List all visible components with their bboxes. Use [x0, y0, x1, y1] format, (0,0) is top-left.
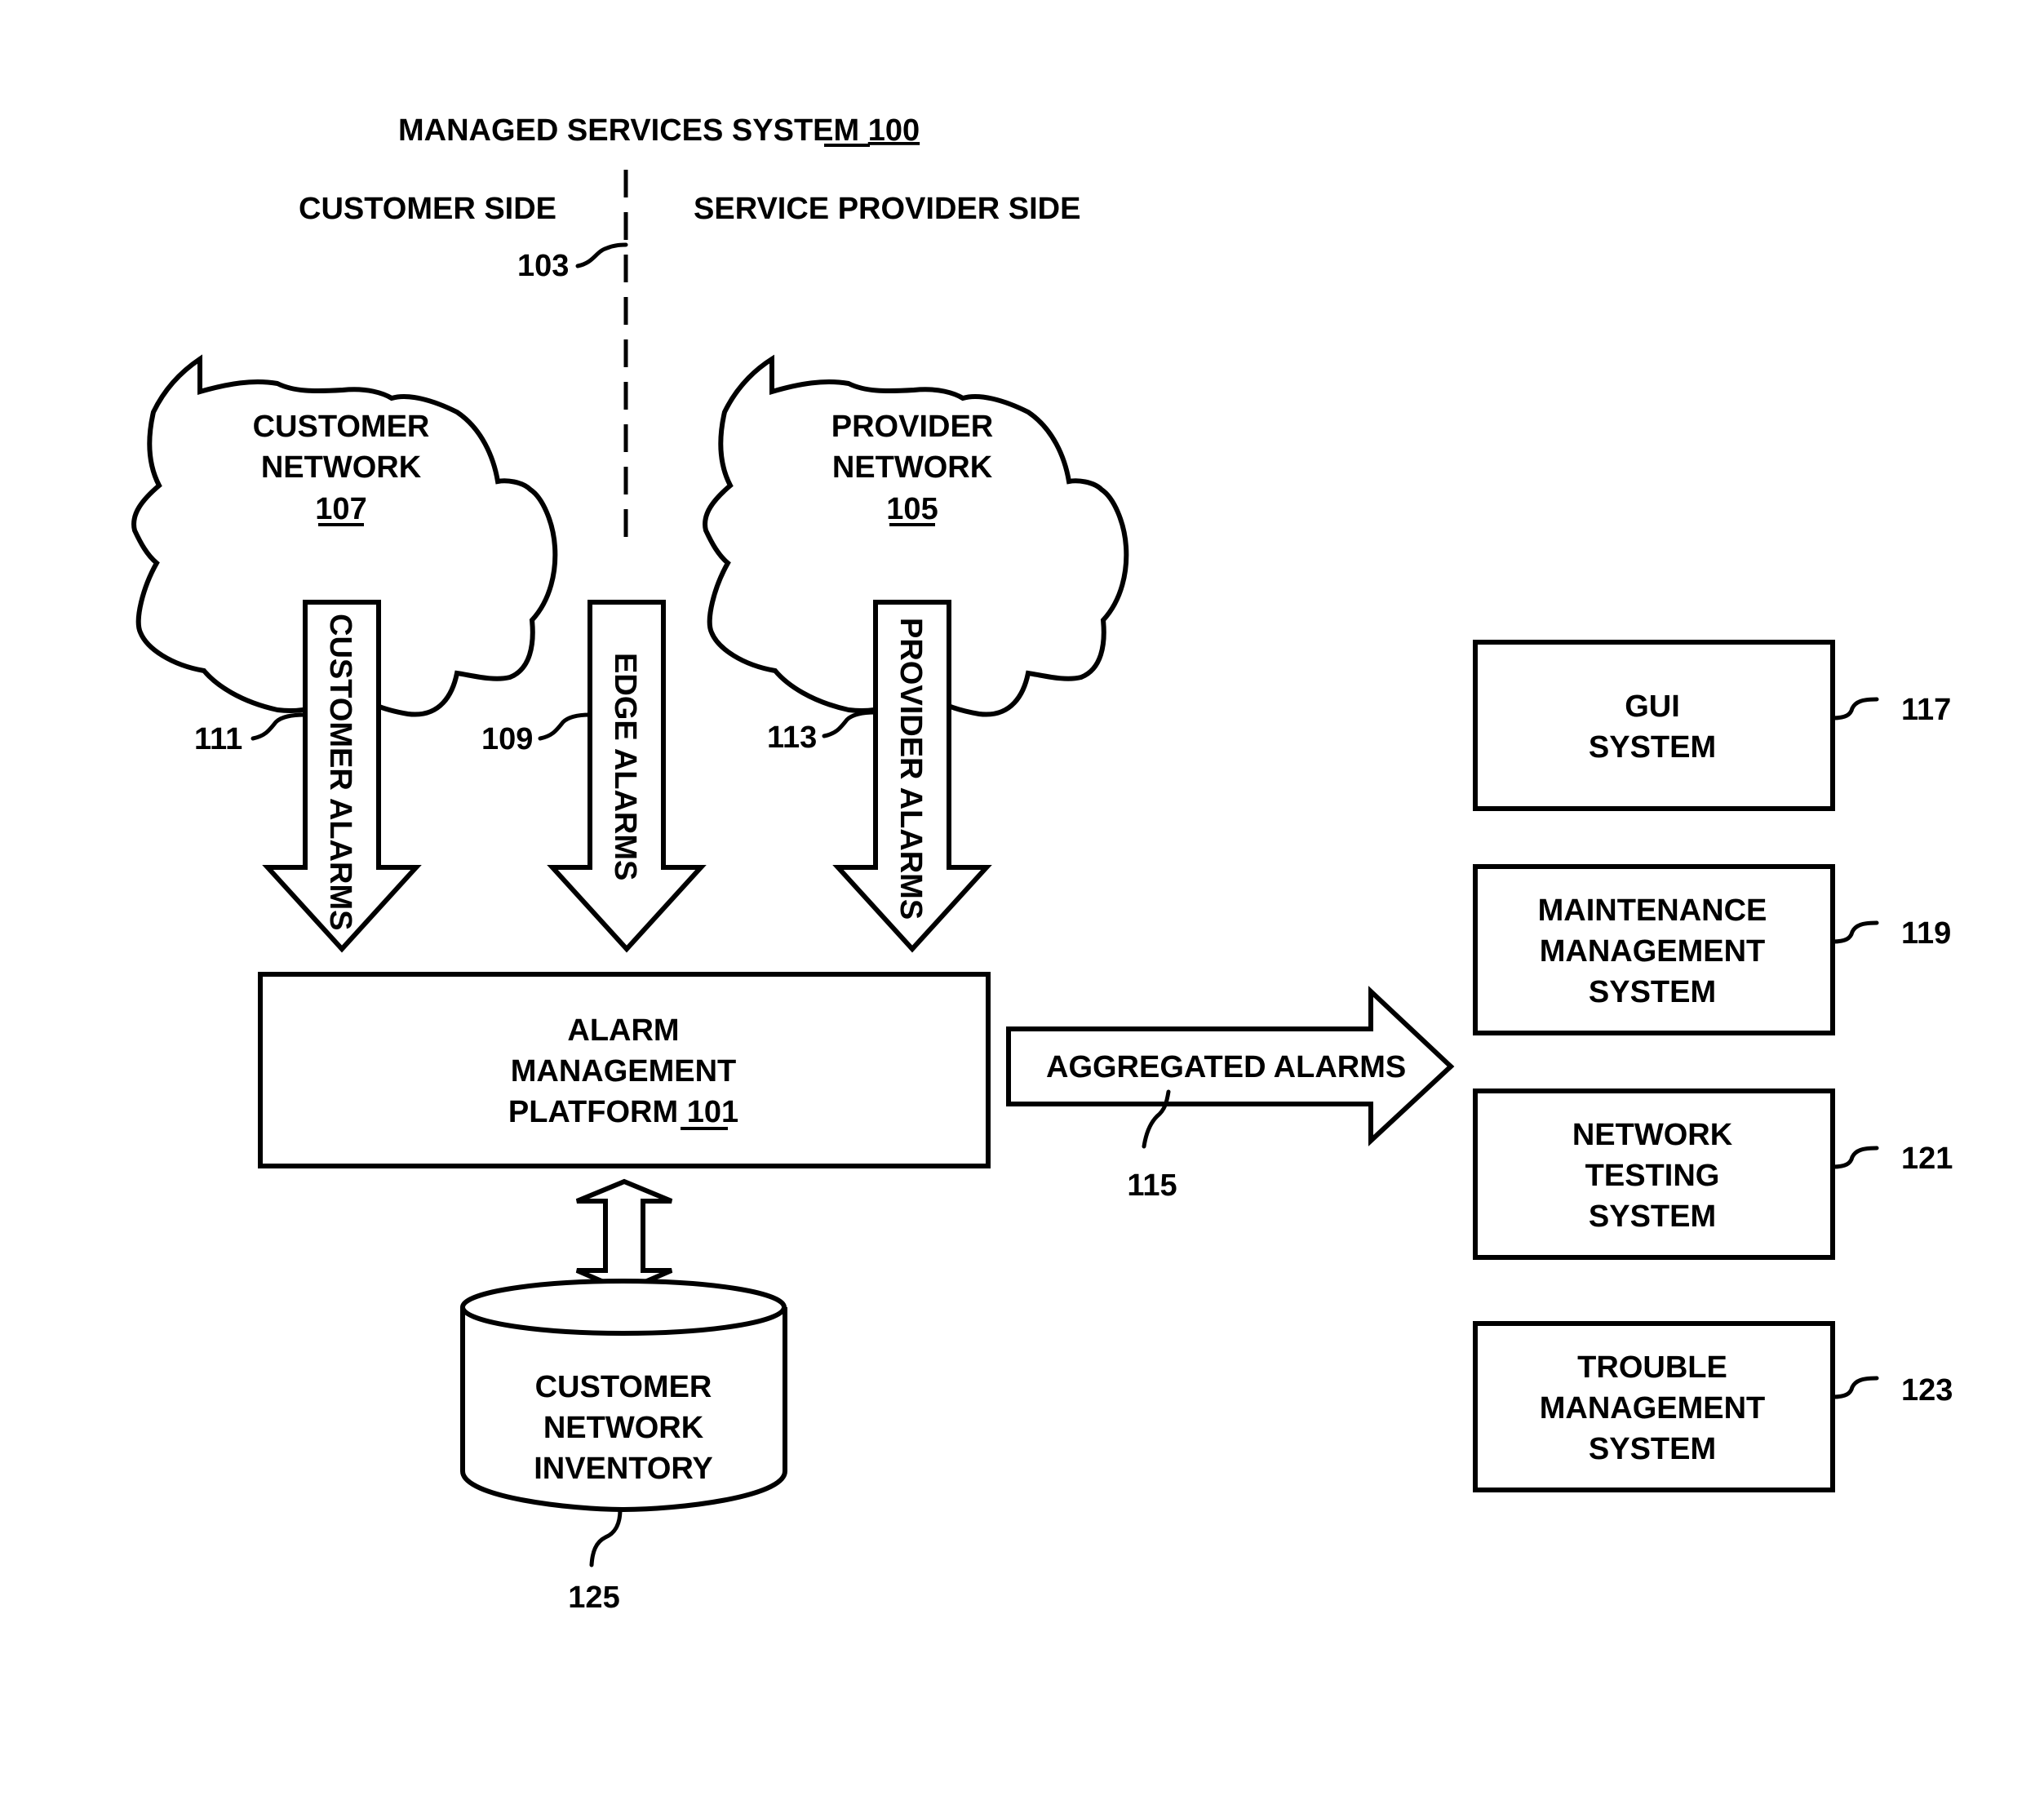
maintenance-line-2: MANAGEMENT [1540, 934, 1766, 969]
platform-ref: 101 [687, 1095, 738, 1129]
trouble-line-3: SYSTEM [1589, 1432, 1716, 1466]
maintenance-leader [1830, 920, 1879, 944]
aggregated-alarms-ref: 115 [1127, 1168, 1177, 1203]
platform-line-3: PLATFORM 101 [508, 1095, 738, 1129]
provider-alarms-leader [822, 710, 878, 738]
inventory-ref: 125 [568, 1581, 619, 1615]
gui-system-line-2: SYSTEM [1589, 730, 1716, 765]
provider-alarms-ref: 113 [767, 720, 817, 755]
alarm-management-platform-box: ALARM MANAGEMENT PLATFORM 101 [258, 972, 991, 1168]
customer-side-label: CUSTOMER SIDE [299, 192, 556, 226]
trouble-line-1: TROUBLE [1577, 1350, 1727, 1385]
customer-alarms-label: CUSTOMER ALARMS [323, 614, 357, 930]
inventory-leader [589, 1507, 623, 1567]
customer-cloud-line-2: NETWORK [261, 450, 422, 485]
edge-alarms-label: EDGE ALARMS [608, 653, 642, 880]
network-testing-ref: 121 [1901, 1142, 1953, 1176]
provider-alarms-label: PROVIDER ALARMS [893, 618, 928, 920]
trouble-management-system-box: TROUBLE MANAGEMENT SYSTEM 123 [1473, 1321, 1953, 1492]
inventory-line-1: CUSTOMER [535, 1370, 712, 1404]
customer-network-inventory-database: CUSTOMER NETWORK INVENTORY 125 [460, 1279, 787, 1615]
maintenance-line-3: SYSTEM [1589, 975, 1716, 1009]
divider-ref: 103 [517, 249, 569, 283]
managed-services-diagram: MANAGED SERVICES SYSTEM 100 CUSTOMER SID… [131, 113, 1953, 1615]
maintenance-line-1: MAINTENANCE [1538, 893, 1767, 928]
customer-alarms-ref: 111 [194, 722, 242, 756]
edge-alarms-leader [538, 712, 592, 741]
provider-side-label: SERVICE PROVIDER SIDE [694, 192, 1080, 226]
title-ref: 100 [868, 113, 920, 148]
aggregated-alarms-arrow: AGGREGATED ALARMS 115 [1006, 986, 1455, 1203]
network-testing-system-box: NETWORK TESTING SYSTEM 121 [1473, 1089, 1953, 1260]
gui-system-ref: 117 [1901, 693, 1951, 727]
trouble-ref: 123 [1901, 1373, 1953, 1408]
gui-system-leader [1830, 697, 1879, 720]
trouble-leader [1830, 1376, 1879, 1399]
inventory-line-2: NETWORK [543, 1411, 704, 1445]
provider-cloud-line-1: PROVIDER [831, 410, 993, 444]
divider-leader [575, 242, 628, 268]
gui-system-line-1: GUI [1625, 689, 1680, 724]
provider-cloud-ref: 105 [886, 492, 938, 526]
maintenance-management-system-box: MAINTENANCE MANAGEMENT SYSTEM 119 [1473, 864, 1951, 1035]
gui-system-box: GUI SYSTEM 117 [1473, 640, 1951, 811]
customer-cloud-ref: 107 [315, 492, 366, 526]
inventory-line-3: INVENTORY [534, 1452, 713, 1486]
trouble-line-2: MANAGEMENT [1540, 1391, 1766, 1425]
customer-cloud-line-1: CUSTOMER [253, 410, 430, 444]
maintenance-ref: 119 [1901, 916, 1951, 951]
network-testing-line-3: SYSTEM [1589, 1199, 1716, 1234]
network-testing-line-2: TESTING [1585, 1159, 1720, 1193]
platform-line-2: MANAGEMENT [511, 1054, 737, 1089]
edge-alarms-ref: 109 [481, 722, 533, 756]
platform-line-1: ALARM [567, 1013, 679, 1048]
bidirectional-arrow [575, 1178, 673, 1294]
provider-cloud-line-2: NETWORK [832, 450, 993, 485]
diagram-title: MANAGED SERVICES SYSTEM 100 [398, 113, 920, 148]
aggregated-alarms-label: AGGREGATED ALARMS [1046, 1050, 1406, 1084]
network-testing-leader [1830, 1146, 1879, 1169]
network-testing-line-1: NETWORK [1572, 1118, 1733, 1152]
customer-alarms-leader [251, 712, 308, 741]
